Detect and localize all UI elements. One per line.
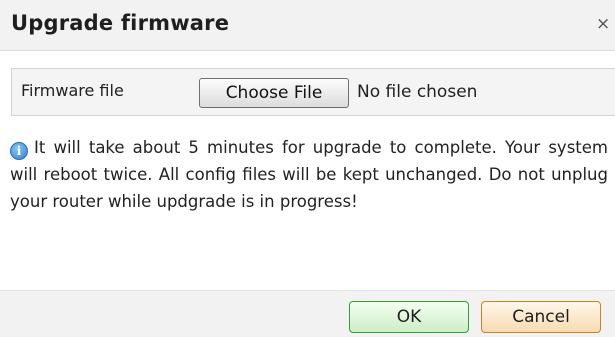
upgrade-firmware-dialog: Upgrade firmware × Firmware file Choose … — [0, 0, 615, 337]
file-status-text: No file chosen — [357, 82, 478, 102]
dialog-footer: OK Cancel — [0, 290, 615, 337]
firmware-file-row: Firmware file Choose File No file chosen — [11, 68, 615, 116]
cancel-button[interactable]: Cancel — [481, 301, 601, 333]
dialog-title: Upgrade firmware — [11, 11, 230, 35]
close-icon[interactable]: × — [596, 16, 610, 33]
dialog-titlebar: Upgrade firmware × — [0, 0, 615, 51]
info-icon: i — [10, 142, 28, 160]
choose-file-button[interactable]: Choose File — [199, 78, 349, 108]
firmware-file-label: Firmware file — [21, 81, 124, 100]
info-message: i It will take about 5 minutes for upgrad… — [10, 134, 608, 215]
info-message-text: It will take about 5 minutes for upgrade… — [10, 138, 608, 211]
ok-button[interactable]: OK — [349, 301, 469, 333]
